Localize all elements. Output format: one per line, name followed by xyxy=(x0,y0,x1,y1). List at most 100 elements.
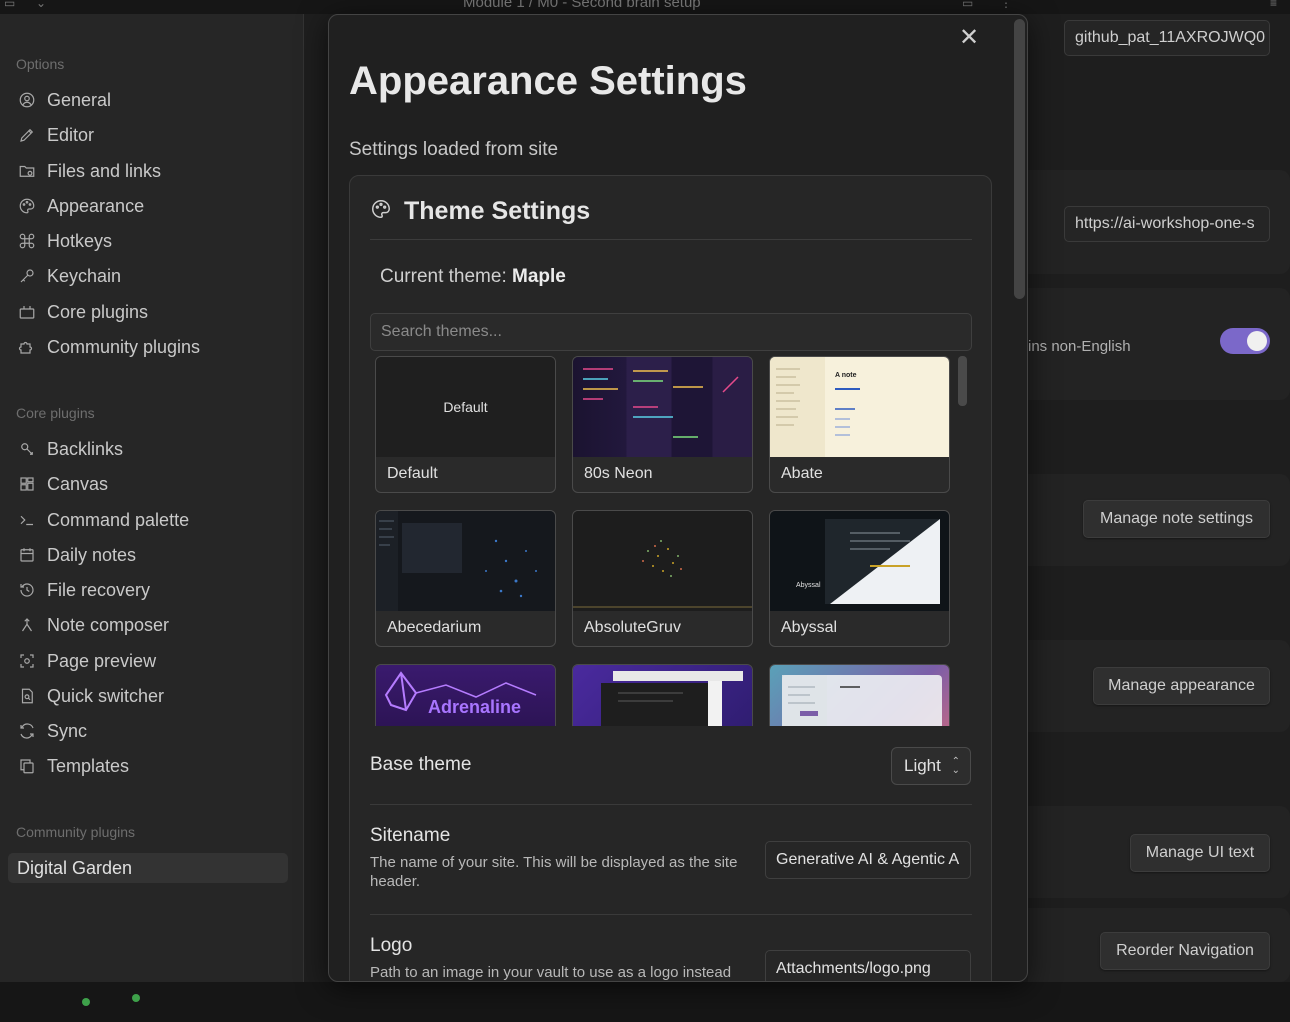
manage-ui-text-button[interactable]: Manage UI text xyxy=(1130,834,1270,872)
theme-tile-adrenaline[interactable]: Adrenaline xyxy=(375,664,556,726)
sidebar-item-appearance[interactable]: Appearance xyxy=(8,191,288,221)
sidebar-item-core-plugins[interactable]: Core plugins xyxy=(8,297,288,327)
reorder-navigation-button[interactable]: Reorder Navigation xyxy=(1100,932,1270,970)
theme-thumbnail: A note xyxy=(770,357,949,457)
theme-name: AbsoluteGruv xyxy=(584,619,681,636)
palette-icon xyxy=(17,196,37,216)
theme-grid: Default Default 80s Neon A note Abate Ab… xyxy=(370,356,972,726)
sidebar-item-file-recovery[interactable]: File recovery xyxy=(8,575,288,605)
svg-text:A note: A note xyxy=(835,372,857,379)
sidebar-item-backlinks[interactable]: Backlinks xyxy=(8,434,288,464)
sidebar-item-page-preview[interactable]: Page preview xyxy=(8,646,288,676)
sidebar-item-label: Quick switcher xyxy=(47,685,165,706)
base-theme-label: Base theme xyxy=(370,754,472,775)
divider xyxy=(370,804,972,805)
card-title: Theme Settings xyxy=(404,197,591,225)
chevron-up-down-icon: ⌃ ⌄ xyxy=(951,756,960,776)
sitename-description: The name of your site. This will be disp… xyxy=(370,854,738,890)
list-icon[interactable]: ≡ xyxy=(1270,0,1277,10)
theme-name: Abate xyxy=(781,465,823,482)
palette-icon xyxy=(370,198,392,225)
modal-scrollbar[interactable] xyxy=(1014,19,1025,299)
sidebar-item-label: Canvas xyxy=(47,473,109,494)
appearance-settings-modal: ✕ Appearance Settings Settings loaded fr… xyxy=(328,14,1028,982)
base-url-input[interactable]: https://ai-workshop-one-s xyxy=(1064,206,1270,242)
sidebar-item-label: Keychain xyxy=(47,265,122,286)
sidebar-item-label: Sync xyxy=(47,720,88,741)
sidebar-item-digital-garden[interactable]: Digital Garden xyxy=(8,853,288,883)
theme-grid-scrollbar[interactable] xyxy=(958,356,967,406)
manage-note-settings-button[interactable]: Manage note settings xyxy=(1083,500,1270,538)
base-theme-select[interactable]: Light ⌃ ⌄ xyxy=(891,747,971,785)
sidebar-item-general[interactable]: General xyxy=(8,85,288,115)
sidebar-item-sync[interactable]: Sync xyxy=(8,716,288,746)
sidebar-item-label: Templates xyxy=(47,755,130,776)
logo-path-input[interactable]: Attachments/logo.png xyxy=(765,950,971,981)
current-theme-prefix: Current theme: xyxy=(380,266,512,287)
theme-thumbnail: Adrenaline xyxy=(376,665,555,726)
sidebar-item-daily-notes[interactable]: Daily notes xyxy=(8,540,288,570)
chevron-icon[interactable]: ⌄ xyxy=(36,0,46,10)
sidebar-item-templates[interactable]: Templates xyxy=(8,751,288,781)
sidebar-item-canvas[interactable]: Canvas xyxy=(8,469,288,499)
user-circle-icon xyxy=(17,90,37,110)
theme-name: 80s Neon xyxy=(584,465,653,482)
theme-tile-80s-neon[interactable]: 80s Neon xyxy=(572,356,753,493)
calendar-icon xyxy=(17,545,37,565)
preview-icon xyxy=(17,651,37,671)
close-icon[interactable]: ✕ xyxy=(957,26,981,51)
settings-sidebar: Options General Editor Files and links A… xyxy=(0,14,304,982)
theme-tile-default[interactable]: Default Default xyxy=(375,356,556,493)
sidebar-item-label: Command palette xyxy=(47,509,190,530)
status-bar xyxy=(0,982,1290,1022)
toggle-knob xyxy=(1247,331,1267,351)
sidebar-item-label: Editor xyxy=(47,124,95,145)
theme-thumbnail xyxy=(573,357,752,457)
sidebar-item-hotkeys[interactable]: Hotkeys xyxy=(8,226,288,256)
sidebar-item-keychain[interactable]: Keychain xyxy=(8,261,288,291)
sidebar-item-quick-switcher[interactable]: Quick switcher xyxy=(8,681,288,711)
more-icon[interactable]: ⋮ xyxy=(1000,0,1012,10)
theme-name: Abyssal xyxy=(781,619,838,636)
sidebar-item-command-palette[interactable]: Command palette xyxy=(8,505,288,535)
sidebar-toggle-icon[interactable]: ▭ xyxy=(4,0,15,10)
theme-tile[interactable] xyxy=(769,664,950,726)
theme-tile-abyssal[interactable]: Abyssal Abyssal xyxy=(769,510,950,647)
status-dot xyxy=(132,994,140,1002)
sidebar-item-files-and-links[interactable]: Files and links xyxy=(8,156,288,186)
search-themes-input[interactable]: Search themes... xyxy=(370,313,972,351)
community-plugins-section-title: Community plugins xyxy=(16,824,136,840)
base-theme-setting: Base theme xyxy=(370,754,972,776)
sitename-input[interactable]: Generative AI & Agentic A xyxy=(765,841,971,879)
sidebar-item-label: Core plugins xyxy=(47,301,149,322)
core-plugins-section-title: Core plugins xyxy=(16,405,95,421)
copy-icon xyxy=(17,756,37,776)
theme-tile-abecedarium[interactable]: Abecedarium xyxy=(375,510,556,647)
sidebar-item-community-plugins[interactable]: Community plugins xyxy=(8,332,288,362)
terminal-icon xyxy=(17,510,37,530)
sidebar-item-editor[interactable]: Editor xyxy=(8,120,288,150)
theme-tile-absolutegruv[interactable]: AbsoluteGruv xyxy=(572,510,753,647)
sidebar-item-label: Community plugins xyxy=(47,336,201,357)
command-icon xyxy=(17,231,37,251)
card-header: Theme Settings xyxy=(370,197,972,240)
book-icon[interactable]: ▭ xyxy=(962,0,973,10)
merge-icon xyxy=(17,615,37,635)
theme-thumbnail xyxy=(573,665,752,726)
sync-icon xyxy=(17,721,37,741)
canvas-icon xyxy=(17,474,37,494)
theme-thumbnail: Abyssal xyxy=(770,511,949,611)
theme-tile[interactable] xyxy=(572,664,753,726)
sidebar-item-label: Daily notes xyxy=(47,544,137,565)
non-english-toggle[interactable] xyxy=(1220,328,1270,354)
modal-title: Appearance Settings xyxy=(349,59,747,103)
key-icon xyxy=(17,266,37,286)
base-theme-value: Light xyxy=(904,756,941,775)
manage-appearance-button[interactable]: Manage appearance xyxy=(1093,667,1270,705)
theme-tile-abate[interactable]: A note Abate xyxy=(769,356,950,493)
sidebar-item-note-composer[interactable]: Note composer xyxy=(8,610,288,640)
toggle-description: ins non-English xyxy=(1028,338,1131,355)
current-theme-value: Maple xyxy=(512,266,566,287)
github-token-input[interactable]: github_pat_11AXROJWQ0 xyxy=(1064,20,1270,56)
theme-thumbnail xyxy=(573,511,752,611)
